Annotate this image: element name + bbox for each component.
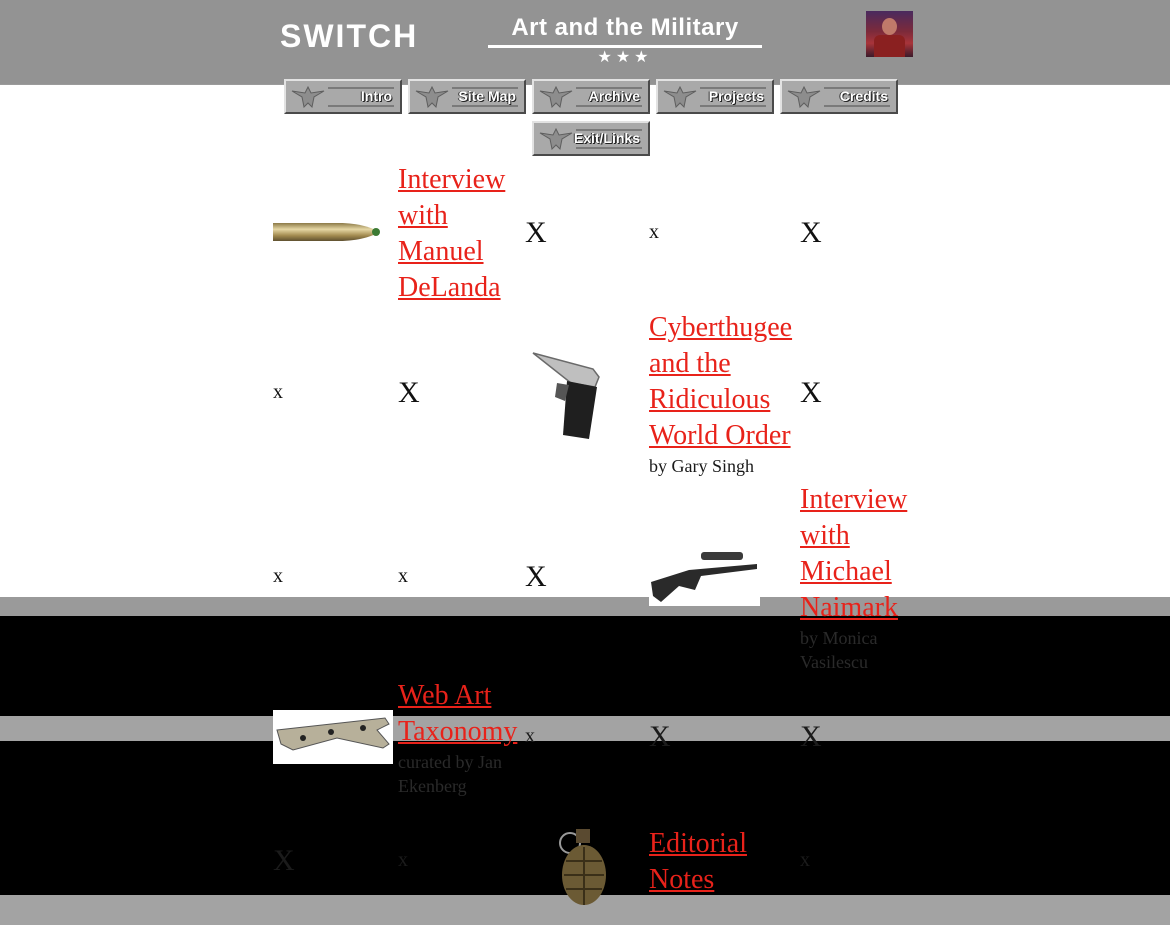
interview-naimark-link[interactable]: Interview with Michael Naimark bbox=[800, 482, 915, 626]
x-mark: x bbox=[649, 221, 659, 243]
title-stars: ★★★ bbox=[597, 49, 653, 66]
eagle-icon bbox=[539, 127, 573, 151]
eagle-icon bbox=[291, 85, 325, 109]
x-mark: x bbox=[800, 849, 810, 871]
nav-archive-label: Archive bbox=[588, 88, 640, 104]
x-mark: X bbox=[398, 376, 420, 409]
fighter-plane-image bbox=[273, 710, 393, 764]
nav-intro-button[interactable]: Intro bbox=[284, 79, 402, 114]
x-mark: x bbox=[398, 565, 408, 587]
x-mark: x bbox=[273, 381, 283, 403]
eagle-icon bbox=[539, 85, 573, 109]
web-art-taxonomy-link[interactable]: Web Art Taxonomy bbox=[398, 678, 528, 750]
grenade-image bbox=[559, 829, 606, 905]
interview-delanda-link[interactable]: Interview with Manuel DeLanda bbox=[398, 162, 518, 306]
eagle-icon bbox=[415, 85, 449, 109]
switch-logo[interactable]: SWITCH bbox=[280, 18, 418, 55]
nav-site-map-label: Site Map bbox=[458, 88, 516, 104]
nav-projects-button[interactable]: Projects bbox=[656, 79, 774, 114]
soldier-portrait-icon[interactable] bbox=[866, 11, 913, 57]
title-rule bbox=[488, 45, 762, 48]
nav-projects-label: Projects bbox=[708, 88, 764, 104]
rifle-image bbox=[649, 546, 760, 606]
editorial-notes-cell: Editorial Notes bbox=[649, 826, 779, 898]
nav-exit-links-button[interactable]: Exit/Links bbox=[532, 121, 650, 156]
x-mark: X bbox=[800, 720, 822, 753]
naimark-cell: Interview with Michael Naimark by Monica… bbox=[800, 482, 915, 674]
cyberthugee-cell: Cyberthugee and the Ridiculous World Ord… bbox=[649, 310, 799, 478]
x-mark: X bbox=[649, 720, 671, 753]
x-mark: x bbox=[273, 565, 283, 587]
byline: by Monica Vasilescu bbox=[800, 628, 878, 672]
content-background bbox=[0, 85, 1170, 597]
nav-intro-label: Intro bbox=[360, 88, 392, 104]
gray-band bbox=[0, 716, 1170, 741]
site-title-text: Art and the Military bbox=[511, 14, 739, 41]
byline: curated by Jan Ekenberg bbox=[398, 752, 502, 796]
delanda-cell: Interview with Manuel DeLanda bbox=[398, 162, 518, 306]
nav-credits-label: Credits bbox=[839, 88, 888, 104]
x-mark: X bbox=[800, 216, 822, 249]
eagle-icon bbox=[663, 85, 697, 109]
x-mark: X bbox=[525, 216, 547, 249]
cyberthugee-link[interactable]: Cyberthugee and the Ridiculous World Ord… bbox=[649, 310, 799, 454]
gray-band bbox=[0, 597, 1170, 616]
nav-exit-links-label: Exit/Links bbox=[573, 130, 640, 146]
pistol-image bbox=[532, 352, 600, 439]
x-mark: X bbox=[273, 844, 295, 877]
editorial-notes-link[interactable]: Editorial Notes bbox=[649, 826, 779, 898]
nav-site-map-button[interactable]: Site Map bbox=[408, 79, 526, 114]
black-band bbox=[0, 616, 1170, 716]
bullet-image bbox=[273, 223, 380, 241]
x-mark: x bbox=[525, 725, 535, 747]
byline: by Gary Singh bbox=[649, 456, 754, 476]
nav-credits-button[interactable]: Credits bbox=[780, 79, 898, 114]
x-mark: x bbox=[398, 849, 408, 871]
nav-archive-button[interactable]: Archive bbox=[532, 79, 650, 114]
eagle-icon bbox=[787, 85, 821, 109]
x-mark: X bbox=[525, 560, 547, 593]
site-title: Art and the Military ★★★ bbox=[488, 14, 762, 66]
web-art-taxonomy-cell: Web Art Taxonomy curated by Jan Ekenberg bbox=[398, 678, 528, 798]
x-mark: X bbox=[800, 376, 822, 409]
